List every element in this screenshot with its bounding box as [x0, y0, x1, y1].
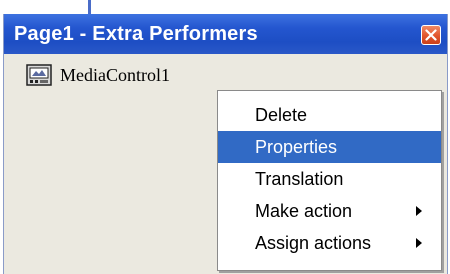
submenu-arrow-icon — [416, 238, 422, 248]
menu-item-label: Make action — [255, 200, 353, 221]
menu-item-label: Delete — [255, 104, 308, 125]
close-button[interactable] — [421, 25, 441, 45]
media-control-component[interactable]: MediaControl1 — [26, 62, 170, 88]
background-divider — [88, 0, 91, 14]
media-control-icon — [26, 64, 52, 86]
background-strip — [0, 0, 450, 14]
menu-item-delete[interactable]: Delete — [218, 99, 441, 131]
menu-item-assign-actions[interactable]: Assign actions — [218, 227, 441, 259]
page-window: Page1 - Extra Performers MediaControl1 D… — [3, 14, 448, 274]
title-bar[interactable]: Page1 - Extra Performers — [4, 14, 447, 54]
menu-item-label: Assign actions — [255, 232, 372, 253]
menu-item-label: Translation — [255, 168, 344, 189]
menu-item-make-action[interactable]: Make action — [218, 195, 441, 227]
submenu-arrow-icon — [416, 206, 422, 216]
window-title: Page1 - Extra Performers — [14, 23, 258, 45]
menu-item-properties[interactable]: Properties — [218, 131, 441, 163]
menu-item-translation[interactable]: Translation — [218, 163, 441, 195]
context-menu: Delete Properties Translation Make actio… — [217, 90, 442, 271]
menu-item-label: Properties — [255, 136, 338, 157]
close-icon — [425, 29, 437, 41]
component-label: MediaControl1 — [60, 64, 170, 85]
